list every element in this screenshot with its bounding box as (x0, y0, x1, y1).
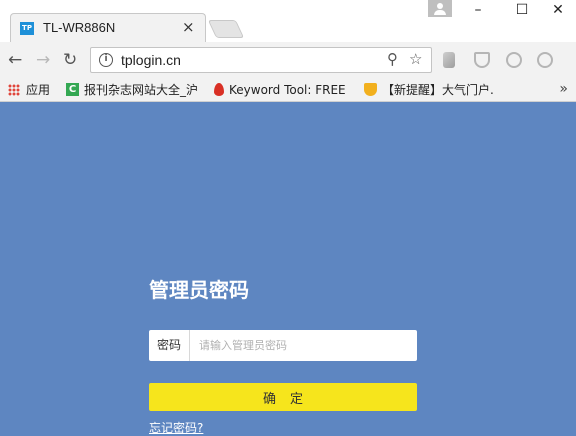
profile-user-icon[interactable] (428, 0, 452, 17)
bookmark-portal[interactable]: 【新提醒】大气门户. (364, 82, 498, 98)
bookmark-newspapers[interactable]: C 报刊杂志网站大全_沪 (66, 82, 200, 98)
minimize-button[interactable]: – (458, 0, 498, 20)
password-label: 密码 (149, 330, 190, 361)
extension-shield-icon[interactable] (474, 52, 490, 68)
info-icon[interactable]: i (99, 53, 113, 67)
url-text[interactable]: tplogin.cn (121, 52, 181, 68)
flame-icon (214, 83, 224, 96)
bookmark-apps[interactable]: 应用 (8, 82, 58, 98)
address-bar[interactable]: i tplogin.cn ⚲ ☆ (90, 47, 432, 73)
bookmark-star-icon[interactable]: ☆ (409, 50, 422, 68)
forward-arrow-icon[interactable]: → (36, 50, 50, 70)
browser-toolbar: ← → ↻ i tplogin.cn ⚲ ☆ (0, 42, 576, 78)
bookmark-label: Keyword Tool: FREE (229, 83, 346, 97)
password-field-group: 密码 (149, 330, 417, 361)
bookmark-label: 应用 (26, 83, 51, 97)
c-logo-icon: C (66, 83, 79, 96)
extension-feather-icon[interactable] (443, 52, 455, 68)
maximize-button[interactable]: ☐ (502, 0, 542, 20)
bookmark-keyword-tool[interactable]: Keyword Tool: FREE (214, 82, 350, 98)
tp-link-favicon-icon: TP (20, 22, 34, 35)
password-input[interactable] (191, 330, 417, 361)
bookmarks-bar: 应用 C 报刊杂志网站大全_沪 Keyword Tool: FREE 【新提醒】大… (0, 78, 576, 102)
confirm-button[interactable]: 确定 (149, 383, 417, 411)
extension-menu-icon[interactable] (537, 52, 553, 68)
forgot-password-link[interactable]: 忘记密码? (149, 419, 203, 436)
extension-circle-icon[interactable] (506, 52, 522, 68)
bookmarks-overflow-icon[interactable]: » (559, 81, 568, 97)
page-title: 管理员密码 (149, 278, 249, 302)
bookmark-label: 【新提醒】大气门户. (382, 83, 494, 97)
title-bar: TP TL-WR886N × – ☐ ✕ (0, 0, 576, 42)
tab-close-icon[interactable]: × (182, 18, 195, 36)
window-close-button[interactable]: ✕ (538, 0, 576, 20)
browser-tab[interactable]: TP TL-WR886N × (10, 13, 206, 42)
bookmark-label: 报刊杂志网站大全_沪 (84, 83, 199, 97)
trophy-icon (364, 83, 377, 96)
user-head-shape (437, 3, 443, 9)
user-body-shape (434, 10, 446, 15)
zoom-icon[interactable]: ⚲ (387, 50, 398, 68)
back-arrow-icon[interactable]: ← (8, 50, 22, 70)
new-tab-button[interactable] (207, 20, 245, 38)
apps-grid-icon (8, 84, 20, 96)
reload-icon[interactable]: ↻ (63, 50, 77, 70)
tab-title: TL-WR886N (43, 20, 116, 35)
